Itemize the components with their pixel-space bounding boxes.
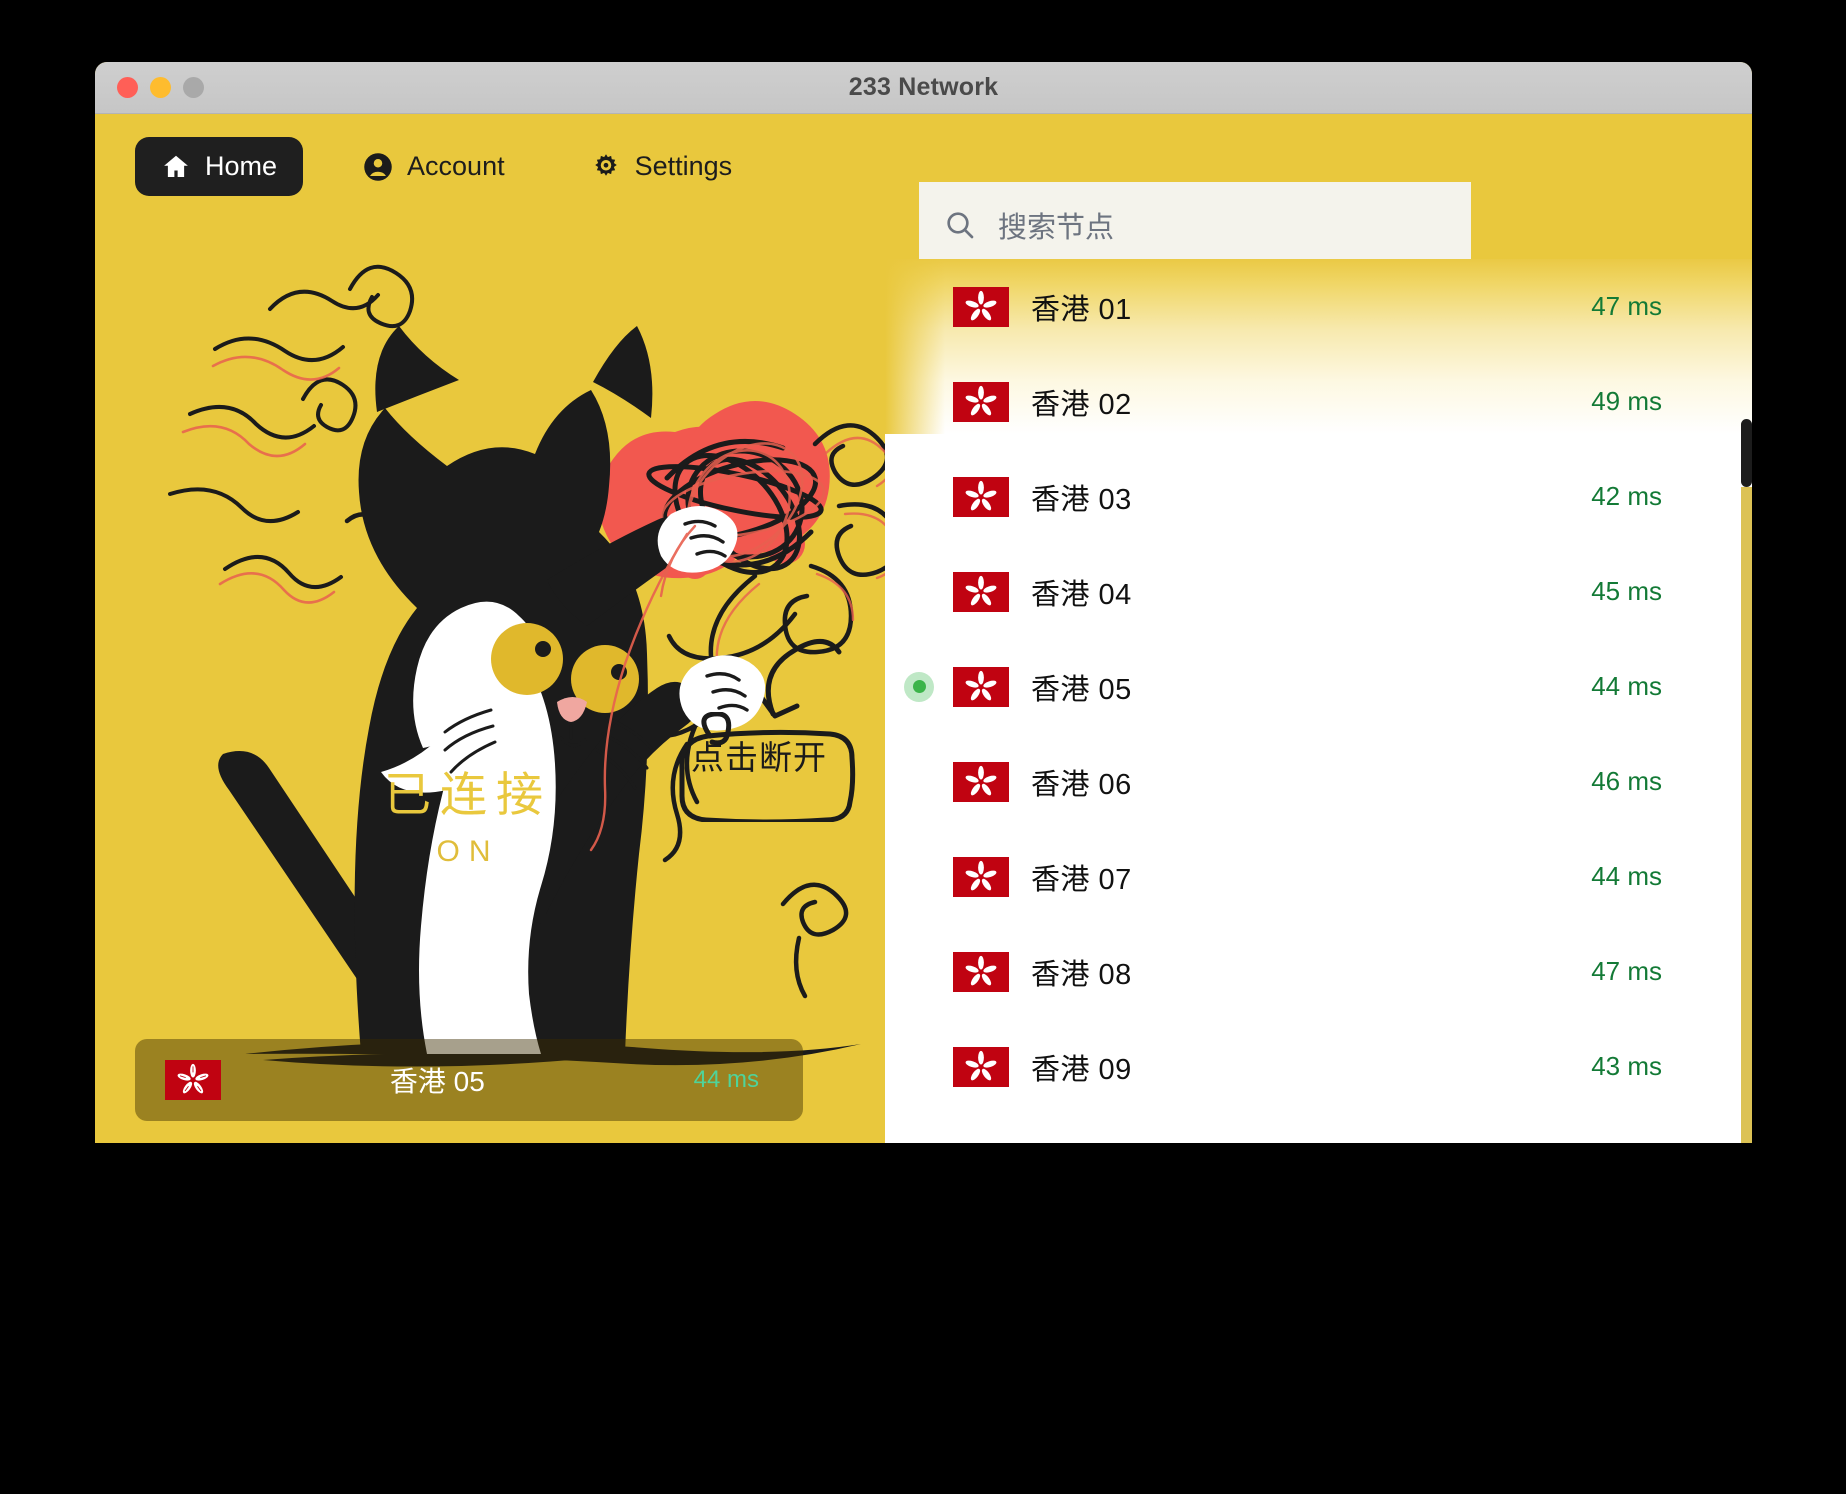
search-icon (944, 209, 976, 241)
hong-kong-flag-icon (953, 476, 1009, 517)
hong-kong-flag-icon (953, 666, 1009, 707)
account-icon (363, 152, 393, 182)
node-row[interactable]: 香港 01 47 ms (885, 259, 1752, 354)
right-panel: 搜索节点 香港 01 47 ms 香港 02 49 ms 香港 03 42 ms… (885, 114, 1752, 1143)
scrollbar-thumb[interactable] (1741, 419, 1752, 487)
node-row[interactable]: 香港 03 42 ms (885, 449, 1752, 544)
node-name: 香港 07 (1031, 863, 1132, 896)
main-nav: Home Account Settings (135, 137, 758, 196)
active-node-indicator (904, 671, 934, 702)
window-body: Home Account Settings 已连接 ON 点击断开 香港 05 … (95, 114, 1752, 1143)
node-row[interactable]: 香港 04 45 ms (885, 544, 1752, 639)
home-icon (161, 152, 191, 182)
nav-item-home[interactable]: Home (135, 137, 304, 196)
nav-label-home: Home (205, 151, 278, 181)
node-selected-slot (885, 671, 953, 702)
node-latency: 43 ms (1591, 1051, 1662, 1081)
node-latency: 42 ms (1591, 481, 1662, 511)
hong-kong-flag-icon (953, 1046, 1009, 1087)
node-latency: 44 ms (1591, 861, 1662, 891)
node-name: 香港 09 (1031, 1053, 1132, 1086)
node-latency: 47 ms (1591, 291, 1662, 321)
nav-label-settings: Settings (634, 151, 733, 181)
app-window: 233 Network Home Account Settings 已连接 ON… (95, 62, 1752, 1143)
node-name: 香港 06 (1031, 768, 1132, 801)
node-list-scrollbar[interactable] (1741, 419, 1752, 1143)
node-latency: 46 ms (1591, 766, 1662, 796)
node-row[interactable]: 香港 09 43 ms (885, 1019, 1752, 1114)
current-node-latency: 44 ms (693, 1066, 759, 1093)
current-node-bar[interactable]: 香港 05 44 ms (135, 1039, 803, 1121)
node-row[interactable]: 香港 06 46 ms (885, 734, 1752, 829)
node-name: 香港 01 (1031, 293, 1132, 326)
nav-label-account: Account (407, 151, 505, 181)
screen: 233 Network Home Account Settings 已连接 ON… (0, 0, 1846, 1494)
node-name: 香港 03 (1031, 483, 1132, 516)
hong-kong-flag-icon (953, 286, 1009, 327)
search-input[interactable]: 搜索节点 (919, 182, 1471, 268)
node-row-selected[interactable]: 香港 05 44 ms (885, 639, 1752, 734)
search-zone: 搜索节点 (885, 114, 1752, 268)
disconnect-hint-button[interactable]: 点击断开 (670, 711, 860, 827)
node-name: 香港 04 (1031, 578, 1132, 611)
current-node-name: 香港 05 (389, 1066, 485, 1097)
hong-kong-flag-icon (953, 761, 1009, 802)
disconnect-hint-label: 点击断开 (691, 739, 827, 776)
hong-kong-flag-icon (953, 856, 1009, 897)
nav-item-settings[interactable]: Settings (565, 137, 759, 196)
active-node-dot (912, 680, 926, 693)
node-list[interactable]: 香港 01 47 ms 香港 02 49 ms 香港 03 42 ms 香港 0… (885, 259, 1752, 1143)
node-row[interactable]: 香港 02 49 ms (885, 354, 1752, 449)
search-placeholder: 搜索节点 (998, 212, 1115, 244)
node-list-content: 香港 01 47 ms 香港 02 49 ms 香港 03 42 ms 香港 0… (885, 259, 1752, 1114)
hong-kong-flag-icon (953, 571, 1009, 612)
node-row[interactable]: 香港 07 44 ms (885, 829, 1752, 924)
window-title: 233 Network (848, 73, 999, 101)
nav-item-account[interactable]: Account (337, 137, 531, 196)
cat-illustration (95, 114, 885, 1143)
window-titlebar: 233 Network (95, 62, 1752, 114)
node-name: 香港 05 (1031, 673, 1132, 706)
left-panel: Home Account Settings 已连接 ON 点击断开 香港 05 … (95, 114, 885, 1143)
node-latency: 47 ms (1591, 956, 1662, 986)
gear-icon (591, 152, 621, 182)
node-row[interactable]: 香港 08 47 ms (885, 924, 1752, 1019)
node-name: 香港 08 (1031, 958, 1132, 991)
node-latency: 45 ms (1591, 576, 1662, 606)
hong-kong-flag-icon (953, 381, 1009, 422)
node-latency: 44 ms (1591, 671, 1662, 701)
node-name: 香港 02 (1031, 388, 1132, 421)
hong-kong-flag-icon (953, 951, 1009, 992)
node-latency: 49 ms (1591, 386, 1662, 416)
